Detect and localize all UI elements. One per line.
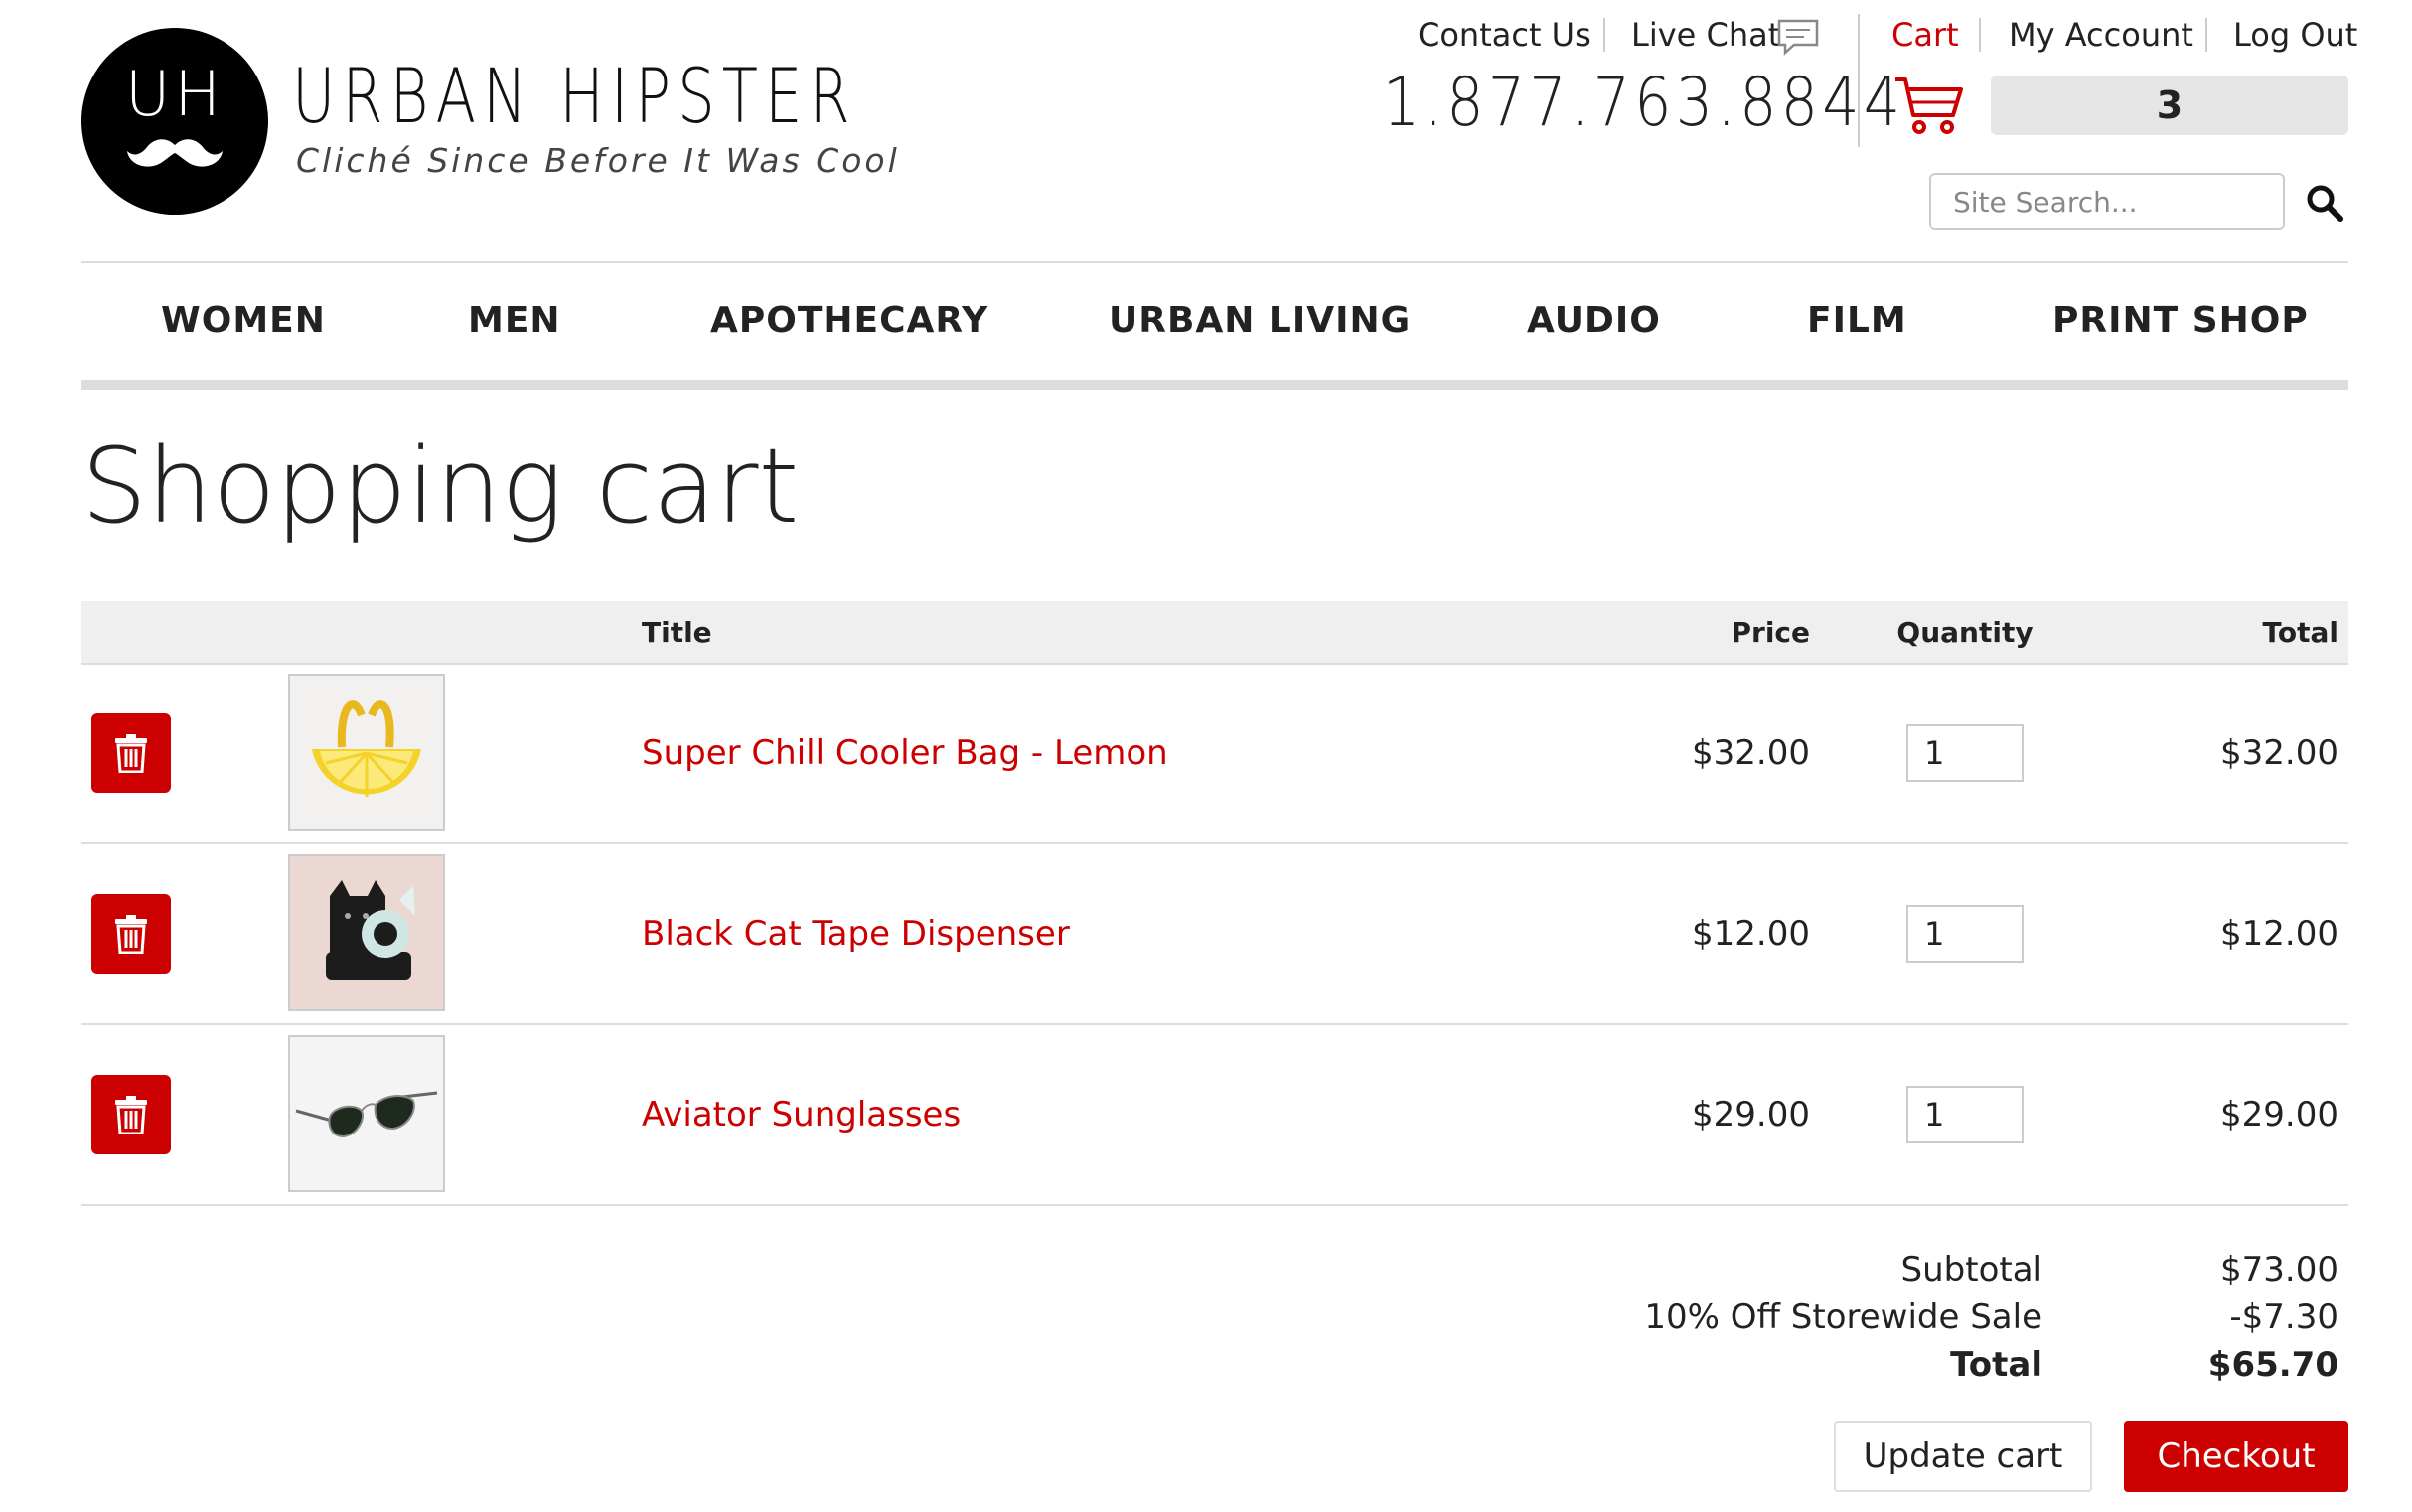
- nav-item-men[interactable]: MEN: [468, 300, 561, 341]
- nav-item-apothecary[interactable]: APOTHECARY: [710, 300, 988, 341]
- nav-item-audio[interactable]: AUDIO: [1527, 300, 1661, 341]
- trash-icon: [115, 734, 147, 773]
- cart-link[interactable]: Cart: [1891, 16, 1959, 54]
- product-thumbnail-lemon-bag[interactable]: [288, 674, 445, 831]
- product-price: $12.00: [1692, 914, 1810, 954]
- log-out-link[interactable]: Log Out: [2233, 16, 2357, 54]
- cat-dispenser-image: [290, 856, 443, 1009]
- live-chat-link[interactable]: Live Chat: [1631, 16, 1780, 54]
- phone-number: 1.877.763.8844: [1383, 64, 1905, 142]
- order-total-value: $65.70: [2207, 1345, 2338, 1385]
- line-total: $32.00: [2220, 733, 2338, 773]
- update-cart-button[interactable]: Update cart: [1834, 1421, 2092, 1492]
- remove-item-button[interactable]: [91, 894, 171, 974]
- line-total: $29.00: [2220, 1095, 2338, 1134]
- brand-tagline: Cliché Since Before It Was Cool: [296, 141, 900, 180]
- cart-icon[interactable]: [1893, 76, 1965, 135]
- nav-item-print-shop[interactable]: PRINT SHOP: [2052, 300, 2309, 341]
- product-title-link[interactable]: Aviator Sunglasses: [642, 1095, 961, 1134]
- product-title-link[interactable]: Super Chill Cooler Bag - Lemon: [642, 733, 1168, 773]
- remove-item-button[interactable]: [91, 713, 171, 793]
- column-header-title: Title: [642, 616, 712, 649]
- line-total: $12.00: [2220, 914, 2338, 954]
- row-divider: [81, 1023, 2348, 1025]
- page-title: Shopping cart: [81, 425, 800, 546]
- divider: [1603, 18, 1605, 52]
- contact-us-link[interactable]: Contact Us: [1418, 16, 1591, 54]
- quantity-input[interactable]: [1906, 1086, 2024, 1143]
- product-thumbnail-sunglasses[interactable]: [288, 1035, 445, 1192]
- discount-value: -$7.30: [2229, 1297, 2338, 1337]
- quantity-input[interactable]: [1906, 724, 2024, 782]
- column-header-quantity: Quantity: [1896, 616, 2034, 649]
- nav-item-film[interactable]: FILM: [1807, 300, 1907, 341]
- lemon-bag-image: [290, 676, 443, 829]
- trash-icon: [115, 1096, 147, 1134]
- checkout-button[interactable]: Checkout: [2124, 1421, 2348, 1492]
- brand-name: URBAN HIPSTER: [292, 52, 857, 140]
- product-price: $32.00: [1692, 733, 1810, 773]
- column-header-total: Total: [2262, 616, 2339, 649]
- product-price: $29.00: [1692, 1095, 1810, 1134]
- logo[interactable]: UH: [81, 28, 268, 215]
- nav-divider-bottom: [81, 380, 2348, 390]
- cart-count-badge[interactable]: 3: [1991, 76, 2348, 135]
- column-header-price: Price: [1731, 616, 1810, 649]
- search-input[interactable]: [1929, 173, 2285, 230]
- divider: [1979, 18, 1981, 52]
- discount-label: 10% Off Storewide Sale: [1644, 1297, 2042, 1337]
- trash-icon: [115, 915, 147, 954]
- divider: [2205, 18, 2207, 52]
- remove-item-button[interactable]: [91, 1075, 171, 1154]
- row-divider: [81, 1204, 2348, 1206]
- nav-item-women[interactable]: WOMEN: [161, 300, 326, 341]
- subtotal-value: $73.00: [2220, 1250, 2338, 1289]
- my-account-link[interactable]: My Account: [2009, 16, 2193, 54]
- nav-item-urban-living[interactable]: URBAN LIVING: [1109, 300, 1411, 341]
- subtotal-label: Subtotal: [1900, 1250, 2042, 1289]
- product-title-link[interactable]: Black Cat Tape Dispenser: [642, 914, 1070, 954]
- order-total-label: Total: [1950, 1345, 2042, 1385]
- chat-icon[interactable]: [1776, 18, 1820, 56]
- sunglasses-image: [290, 1037, 443, 1190]
- divider: [1858, 14, 1860, 147]
- product-thumbnail-cat-dispenser[interactable]: [288, 854, 445, 1011]
- quantity-input[interactable]: [1906, 905, 2024, 963]
- search-icon[interactable]: [2305, 183, 2344, 223]
- nav-divider-top: [81, 261, 2348, 263]
- logo-initials: UH: [124, 58, 225, 130]
- mustache-icon: [127, 139, 223, 167]
- row-divider: [81, 842, 2348, 844]
